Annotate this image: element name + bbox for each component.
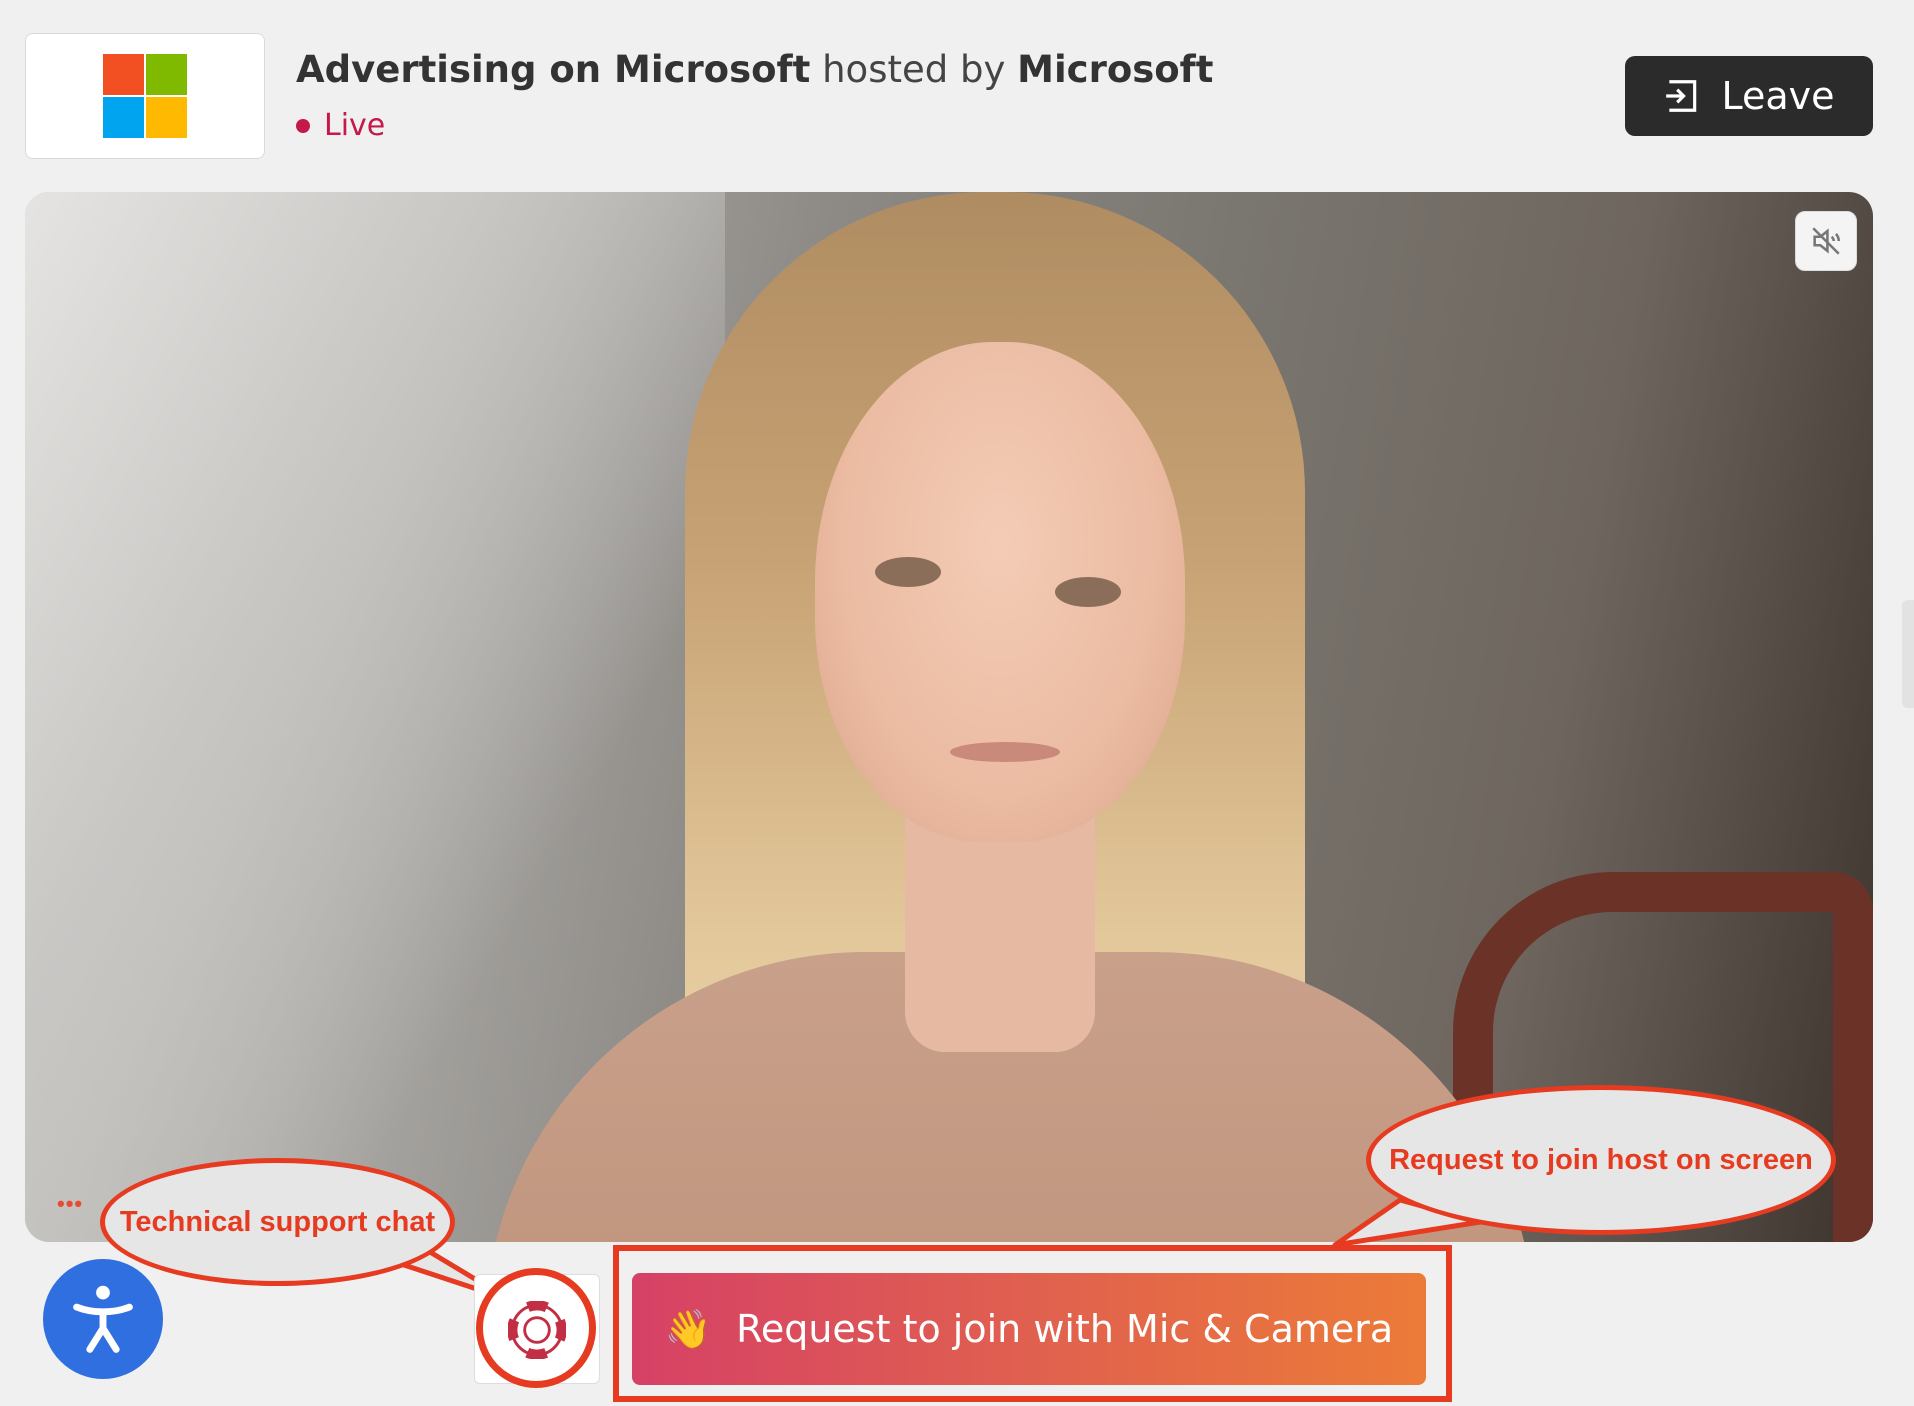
- host-logo-card: [25, 33, 265, 159]
- leave-label: Leave: [1721, 74, 1835, 118]
- event-title: Advertising on Microsoft hosted by Micro…: [296, 48, 1213, 91]
- side-panel-handle[interactable]: [1902, 600, 1914, 708]
- live-label: Live: [324, 108, 386, 143]
- host-name: Microsoft: [1017, 48, 1214, 91]
- request-join-button[interactable]: 👋 Request to join with Mic & Camera: [632, 1273, 1426, 1385]
- lifebuoy-icon[interactable]: [508, 1301, 566, 1359]
- accessibility-button[interactable]: [43, 1259, 163, 1379]
- speaker-mute-toggle[interactable]: [1795, 211, 1857, 271]
- more-options-dots[interactable]: •••: [57, 1191, 83, 1217]
- request-join-callout: Request to join host on screen: [1366, 1085, 1836, 1235]
- live-dot-icon: [296, 118, 310, 133]
- event-name: Advertising on Microsoft: [296, 48, 811, 91]
- request-join-label: Request to join with Mic & Camera: [736, 1307, 1394, 1351]
- host-video-feed: [485, 192, 1535, 1242]
- hosted-by-text: hosted by: [822, 48, 1006, 91]
- support-chat-callout: Technical support chat: [100, 1158, 455, 1286]
- microsoft-logo: [103, 54, 187, 138]
- accessibility-person-icon: [73, 1285, 133, 1353]
- waving-hand-icon: 👋: [664, 1306, 713, 1351]
- leave-button[interactable]: Leave: [1625, 56, 1873, 136]
- live-status: Live: [296, 108, 385, 143]
- speaker-muted-icon: [1812, 227, 1841, 255]
- exit-door-icon: [1666, 80, 1697, 112]
